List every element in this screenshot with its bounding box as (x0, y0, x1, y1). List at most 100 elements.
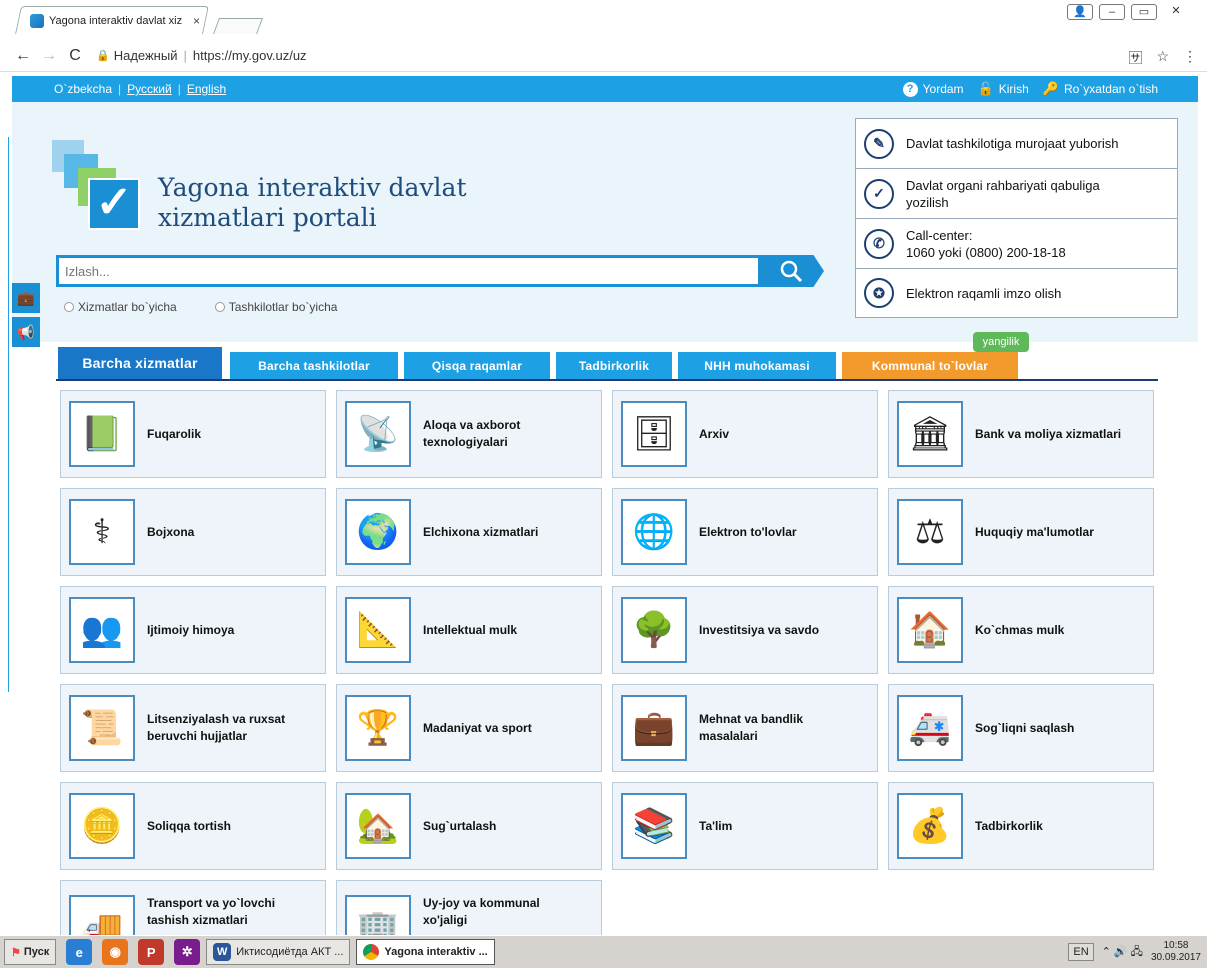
bank-building-icon: 🏛 (897, 401, 963, 467)
lang-uzbek[interactable]: O`zbekcha (54, 82, 112, 96)
tab-short-numbers[interactable]: Qisqa raqamlar (404, 352, 550, 379)
appeal-link[interactable]: ✎ Davlat tashkilotiga murojaat yuborish (856, 119, 1177, 169)
close-window-icon[interactable]: ✕ (1163, 4, 1189, 20)
search-icon (780, 260, 803, 283)
quick-actions-box: ✎ Davlat tashkilotiga murojaat yuborish … (855, 118, 1178, 318)
search-input[interactable] (56, 255, 758, 287)
service-card[interactable]: ⚖ Huquqiy ma'lumotlar (888, 488, 1154, 576)
service-label: Tadbirkorlik (975, 818, 1043, 833)
app-icon[interactable]: ✲ (174, 939, 201, 965)
service-card[interactable]: 🪙 Soliqqa tortish (60, 782, 326, 870)
clock[interactable]: 10:58 30.09.2017 (1151, 940, 1201, 964)
ie-icon[interactable]: e (66, 939, 93, 965)
omnibox[interactable]: 🔒 Надежный | https://my.gov.uz/uz (96, 48, 307, 63)
service-label: Bank va moliya xizmatlari (975, 426, 1122, 441)
close-tab-icon[interactable]: × (193, 14, 200, 28)
start-button[interactable]: ⚑ Пуск (4, 939, 57, 965)
service-label: Transport va yo`lovchi tashish xizmatlari (147, 896, 276, 927)
login-link[interactable]: 🔓 Kirish (978, 81, 1029, 97)
service-card[interactable]: 🏛 Bank va moliya xizmatlari (888, 390, 1154, 478)
service-label: Intellektual mulk (423, 622, 518, 637)
question-icon: ? (902, 81, 918, 97)
tab-utility-payments[interactable]: Kommunal to`lovlar (842, 352, 1018, 379)
call-center-line1: Call-center: (906, 227, 973, 243)
portal-title[interactable]: Yagona interaktiv davlat xizmatlari port… (158, 173, 467, 233)
search-button[interactable] (758, 255, 824, 287)
service-card[interactable]: 📐 Intellektual mulk (336, 586, 602, 674)
forward-arrow-icon[interactable]: → (36, 47, 62, 65)
keyboard-lang[interactable]: EN (1068, 943, 1094, 961)
bookmark-star-icon[interactable]: ☆ (1156, 48, 1169, 68)
firefox-icon[interactable]: ◉ (102, 939, 129, 965)
lang-english[interactable]: English (187, 82, 226, 96)
reception-link[interactable]: ✓ Davlat organi rahbariyati qabuliga yozi… (856, 169, 1177, 219)
reload-icon[interactable]: C (62, 47, 88, 65)
passport-icon: 📗 (69, 401, 135, 467)
service-card[interactable]: 📗 Fuqarolik (60, 390, 326, 478)
menu-dots-icon[interactable]: ⋮ (1183, 48, 1197, 68)
service-card[interactable]: 📚 Ta'lim (612, 782, 878, 870)
edit-document-icon: ✎ (864, 128, 894, 159)
register-link[interactable]: 🔑 Ro`yxatdan o`tish (1043, 81, 1158, 97)
e-signature-label: Elektron raqamli imzo olish (906, 285, 1062, 301)
tab-all-organizations[interactable]: Barcha tashkilotlar (230, 352, 398, 379)
tab-nhh-discussion[interactable]: NHH muhokamasi (678, 352, 836, 379)
service-label: Madaniyat va sport (423, 720, 532, 735)
user-icon[interactable]: 👤 (1067, 4, 1093, 20)
chrome-icon (363, 944, 380, 960)
service-card[interactable]: 💼 Mehnat va bandlik masalalari (612, 684, 878, 772)
radio-orgs-label: Tashkilotlar bo`yicha (228, 300, 338, 314)
taskbar-word-window[interactable]: W Иктисодиётда АКТ ... (206, 939, 351, 965)
browser-tab[interactable]: Yagona interaktiv davlat xiz × (30, 11, 200, 31)
lock-icon: 🔒 (96, 50, 110, 62)
service-card[interactable]: 🌳 Investitsiya va savdo (612, 586, 878, 674)
clock-time: 10:58 (1163, 940, 1189, 951)
translate-icon[interactable]: 🈂 (1128, 48, 1142, 68)
service-card[interactable]: 🗄 Arxiv (612, 390, 878, 478)
service-label: Uy-joy va kommunal xo'jaligi (423, 896, 540, 927)
help-link[interactable]: ? Yordam (902, 81, 964, 97)
site-favicon-icon (30, 14, 44, 28)
e-signature-link[interactable]: ✪ Elektron raqamli imzo olish (856, 269, 1177, 317)
service-card[interactable]: 🏢 Uy-joy va kommunal xo'jaligi (336, 880, 602, 936)
money-tree-icon: 🌳 (621, 597, 687, 663)
maximize-icon[interactable]: ▭ (1131, 4, 1157, 20)
radio-services[interactable]: Xizmatlar bo`yicha (64, 300, 177, 314)
service-card[interactable]: 🏆 Madaniyat va sport (336, 684, 602, 772)
service-card[interactable]: 📜 Litsenziyalash va ruxsat beruvchi hujjat… (60, 684, 326, 772)
task-word-label: Иктисодиётда АКТ ... (236, 946, 344, 958)
address-bar: ← → C 🔒 Надежный | https://my.gov.uz/uz … (0, 40, 1207, 72)
service-card[interactable]: 🏡 Sug`urtalash (336, 782, 602, 870)
powerpoint-icon[interactable]: P (138, 939, 165, 965)
service-card[interactable]: 🏠 Ko`chmas mulk (888, 586, 1154, 674)
lang-russian[interactable]: Русский (127, 82, 172, 96)
network-globe-icon: 🌐 (621, 499, 687, 565)
call-center[interactable]: ✆ Call-center: 1060 yoki (0800) 200-18-18 (856, 219, 1177, 269)
side-megaphone-button[interactable]: 📢 (12, 317, 40, 347)
truck-icon: 🚚 (69, 895, 135, 935)
key-icon: 🔑 (1042, 81, 1059, 96)
archive-drawer-icon: 🗄 (621, 401, 687, 467)
side-briefcase-button[interactable]: 💼 (12, 283, 40, 313)
tray-icons[interactable]: ⌃ 🔊 🖧 (1102, 943, 1143, 962)
award-ribbon-icon: ✪ (864, 278, 894, 308)
tab-business[interactable]: Tadbirkorlik (556, 352, 672, 379)
portal-logo[interactable]: ✓ (52, 140, 140, 232)
back-arrow-icon[interactable]: ← (10, 47, 36, 65)
service-card[interactable]: 🚚 Transport va yo`lovchi tashish xizmatlar… (60, 880, 326, 936)
checkmark-icon: ✓ (88, 178, 140, 230)
tab-all-services[interactable]: Barcha xizmatlar (56, 345, 224, 379)
service-card[interactable]: 📡 Aloqa va axborot texnologiyalari (336, 390, 602, 478)
new-tab-button[interactable] (213, 18, 263, 34)
service-card[interactable]: ⚕ Bojxona (60, 488, 326, 576)
minimize-icon[interactable]: – (1099, 4, 1125, 20)
radio-orgs[interactable]: Tashkilotlar bo`yicha (214, 300, 338, 314)
service-card[interactable]: 🌐 Elektron to'lovlar (612, 488, 878, 576)
taskbar-chrome-window[interactable]: Yagona interaktiv ... (356, 939, 495, 965)
service-card[interactable]: 💰 Tadbirkorlik (888, 782, 1154, 870)
service-card[interactable]: 👥 Ijtimoiy himoya (60, 586, 326, 674)
service-card[interactable]: 🌍 Elchixona xizmatlari (336, 488, 602, 576)
service-card[interactable]: 🚑 Sog`liqni saqlash (888, 684, 1154, 772)
reception-label: Davlat organi rahbariyati qabuliga yozili… (906, 177, 1100, 211)
piano-trophy-icon: 🏆 (345, 695, 411, 761)
